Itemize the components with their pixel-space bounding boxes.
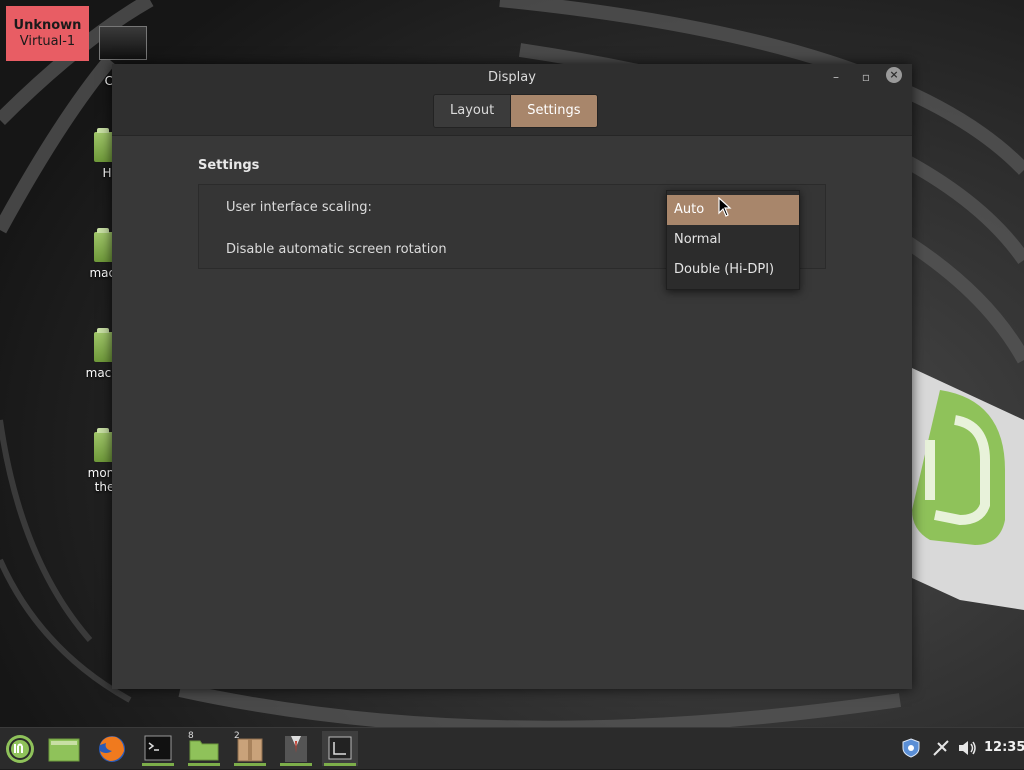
monitor-label: Unknown Virtual-1	[6, 6, 89, 61]
screen-rotation-label: Disable automatic screen rotation	[226, 242, 447, 257]
archive-window-count: 2	[234, 731, 240, 741]
option-normal[interactable]: Normal	[667, 225, 799, 255]
display-icon	[328, 736, 352, 760]
window-titlebar[interactable]: Display – ▫ × Layout Settings	[112, 64, 912, 136]
window-title: Display	[488, 70, 536, 85]
clock[interactable]: 12:35	[984, 740, 1024, 755]
menu-button[interactable]	[2, 731, 38, 766]
shield-icon[interactable]	[900, 737, 922, 759]
taskbar: 8 2 12:35	[0, 727, 1024, 769]
terminal-icon	[144, 735, 172, 761]
section-title: Settings	[198, 158, 260, 173]
mint-logo-icon	[6, 735, 34, 763]
files-launcher[interactable]: 8	[186, 731, 222, 766]
files-window-count: 8	[188, 731, 194, 741]
minimize-button[interactable]: –	[827, 68, 845, 86]
computer-icon[interactable]	[99, 26, 147, 60]
app-launcher[interactable]	[278, 731, 314, 766]
option-double-hidpi[interactable]: Double (Hi-DPI)	[667, 255, 799, 285]
ui-scaling-dropdown-menu: Auto Normal Double (Hi-DPI)	[666, 190, 800, 290]
desktop-icon-label: H	[102, 166, 112, 180]
archive-launcher[interactable]: 2	[232, 731, 268, 766]
maximize-button[interactable]: ▫	[857, 68, 875, 86]
show-desktop-button[interactable]	[46, 731, 82, 766]
display-window: Display – ▫ × Layout Settings Settings U…	[112, 64, 912, 689]
firefox-icon	[99, 736, 125, 762]
network-icon[interactable]	[930, 737, 952, 759]
volume-icon[interactable]	[956, 737, 978, 759]
tab-settings[interactable]: Settings	[510, 95, 597, 127]
option-auto[interactable]: Auto	[667, 195, 799, 225]
tab-layout[interactable]: Layout	[434, 95, 511, 127]
monitor-output: Virtual-1	[19, 34, 76, 49]
tab-bar: Layout Settings	[433, 94, 598, 128]
mouse-cursor-icon	[718, 197, 732, 217]
close-button[interactable]: ×	[886, 67, 902, 83]
firefox-launcher[interactable]	[94, 731, 130, 766]
terminal-launcher[interactable]	[140, 731, 176, 766]
monitor-name: Unknown	[13, 18, 82, 33]
desktop-icon	[48, 738, 80, 762]
display-settings-launcher[interactable]	[322, 731, 358, 766]
ui-scaling-label: User interface scaling:	[226, 200, 372, 215]
suit-icon	[285, 736, 307, 762]
